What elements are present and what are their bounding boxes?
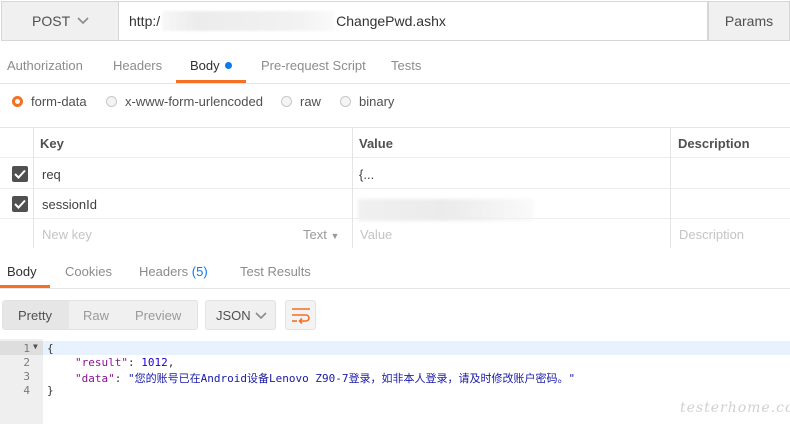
active-tab-indicator xyxy=(176,80,246,83)
column-header-value: Value xyxy=(359,136,393,151)
column-header-description: Description xyxy=(678,136,750,151)
row-key[interactable]: req xyxy=(42,167,61,182)
column-divider xyxy=(352,127,353,248)
line-number: 3 xyxy=(23,370,30,383)
url-suffix: ChangePwd.ashx xyxy=(336,13,446,29)
table-row: req {... xyxy=(0,159,790,189)
radio-circle xyxy=(281,96,292,107)
radio-label: binary xyxy=(359,94,395,109)
view-pretty-button[interactable]: Pretty xyxy=(18,308,52,323)
response-tab-test-results[interactable]: Test Results xyxy=(240,264,311,279)
active-response-tab-indicator xyxy=(0,285,50,288)
radio-form-data[interactable]: form-data xyxy=(12,94,87,109)
watermark: testerhome.com xyxy=(680,400,790,416)
fold-caret-icon[interactable]: ▼ xyxy=(33,342,38,351)
json-key: "result" xyxy=(75,356,128,369)
tab-headers[interactable]: Headers xyxy=(113,58,162,73)
session-id-redaction xyxy=(358,199,534,221)
new-param-row: New key Text ▼ Value Description xyxy=(0,219,790,249)
checkmark-icon xyxy=(14,169,26,179)
radio-label: form-data xyxy=(31,94,87,109)
language-select[interactable]: JSON xyxy=(205,300,276,330)
column-divider xyxy=(670,127,671,248)
new-key-input[interactable]: New key xyxy=(42,227,92,242)
radio-binary[interactable]: binary xyxy=(340,94,394,109)
wrap-lines-icon xyxy=(292,308,310,324)
line-number: 4 xyxy=(23,384,30,397)
table-header-row: Key Value Description xyxy=(0,128,790,158)
response-tab-body[interactable]: Body xyxy=(7,264,37,279)
url-redaction xyxy=(162,11,335,31)
body-modified-dot xyxy=(224,62,232,69)
url-input[interactable]: http:/ ChangePwd.ashx xyxy=(119,1,708,41)
json-number: 1012 xyxy=(141,356,168,369)
url-prefix: http:/ xyxy=(129,13,161,29)
json-line-result: "result": 1012, xyxy=(75,356,175,369)
request-bar: POST http:/ ChangePwd.ashx Params xyxy=(0,0,790,42)
tab-body-label: Body xyxy=(190,58,220,73)
tab-body[interactable]: Body xyxy=(190,58,232,73)
line-number: 2 xyxy=(23,356,30,369)
wrap-lines-button[interactable] xyxy=(285,300,316,330)
radio-circle xyxy=(340,96,351,107)
json-key: "data" xyxy=(75,372,115,385)
response-tab-headers[interactable]: Headers (5) xyxy=(139,264,208,279)
caret-down-icon: ▼ xyxy=(330,231,340,241)
request-tabs: Authorization Headers Body Pre-request S… xyxy=(0,50,790,84)
radio-circle xyxy=(106,96,117,107)
new-description-input[interactable]: Description xyxy=(679,227,744,242)
tab-pre-request-script[interactable]: Pre-request Script xyxy=(261,58,366,73)
response-tabs: Body Cookies Headers (5) Test Results xyxy=(0,257,790,289)
method-select[interactable]: POST xyxy=(1,1,119,41)
radio-label: raw xyxy=(300,94,321,109)
row-checkbox[interactable] xyxy=(12,166,28,182)
row-checkbox[interactable] xyxy=(12,196,28,212)
params-button[interactable]: Params xyxy=(708,1,790,41)
json-line-data: "data": "您的账号已在Android设备Lenovo Z90-7登录，如… xyxy=(75,372,576,385)
json-open-brace: { xyxy=(47,342,54,355)
chevron-down-icon xyxy=(255,312,267,320)
row-key[interactable]: sessionId xyxy=(42,197,97,212)
language-label: JSON xyxy=(216,307,251,323)
response-tab-cookies[interactable]: Cookies xyxy=(65,264,112,279)
view-preview-button[interactable]: Preview xyxy=(135,308,181,323)
tab-tests[interactable]: Tests xyxy=(391,58,421,73)
tab-authorization[interactable]: Authorization xyxy=(7,58,83,73)
radio-label: x-www-form-urlencoded xyxy=(125,94,263,109)
params-table: Key Value Description req {... sessionId… xyxy=(0,127,790,248)
view-raw-button[interactable]: Raw xyxy=(83,308,109,323)
column-header-key: Key xyxy=(40,136,64,151)
column-divider xyxy=(33,127,34,248)
view-mode-group: Pretty Raw Preview xyxy=(2,300,198,330)
radio-raw[interactable]: raw xyxy=(281,94,321,109)
body-type-radios: form-data x-www-form-urlencoded raw bina… xyxy=(0,86,790,118)
response-body-editor[interactable]: 1 ▼ 2 3 4 { "result": 1012, "data": "您的账… xyxy=(0,339,790,424)
method-label: POST xyxy=(32,13,71,29)
row-value[interactable]: {... xyxy=(359,167,374,182)
json-string: "您的账号已在Android设备Lenovo Z90-7登录，如非本人登录，请及… xyxy=(128,372,576,385)
active-line-highlight xyxy=(43,341,790,355)
response-tab-headers-label: Headers xyxy=(139,264,189,279)
chevron-down-icon xyxy=(77,17,89,25)
param-type-label: Text xyxy=(303,227,327,242)
headers-count-badge: (5) xyxy=(191,264,208,279)
json-close-brace: } xyxy=(47,384,54,397)
radio-x-www-form-urlencoded[interactable]: x-www-form-urlencoded xyxy=(106,94,263,109)
line-number: 1 xyxy=(23,342,30,355)
param-type-select[interactable]: Text ▼ xyxy=(303,227,339,242)
radio-circle xyxy=(12,96,23,107)
new-value-input[interactable]: Value xyxy=(360,227,392,242)
checkmark-icon xyxy=(14,199,26,209)
